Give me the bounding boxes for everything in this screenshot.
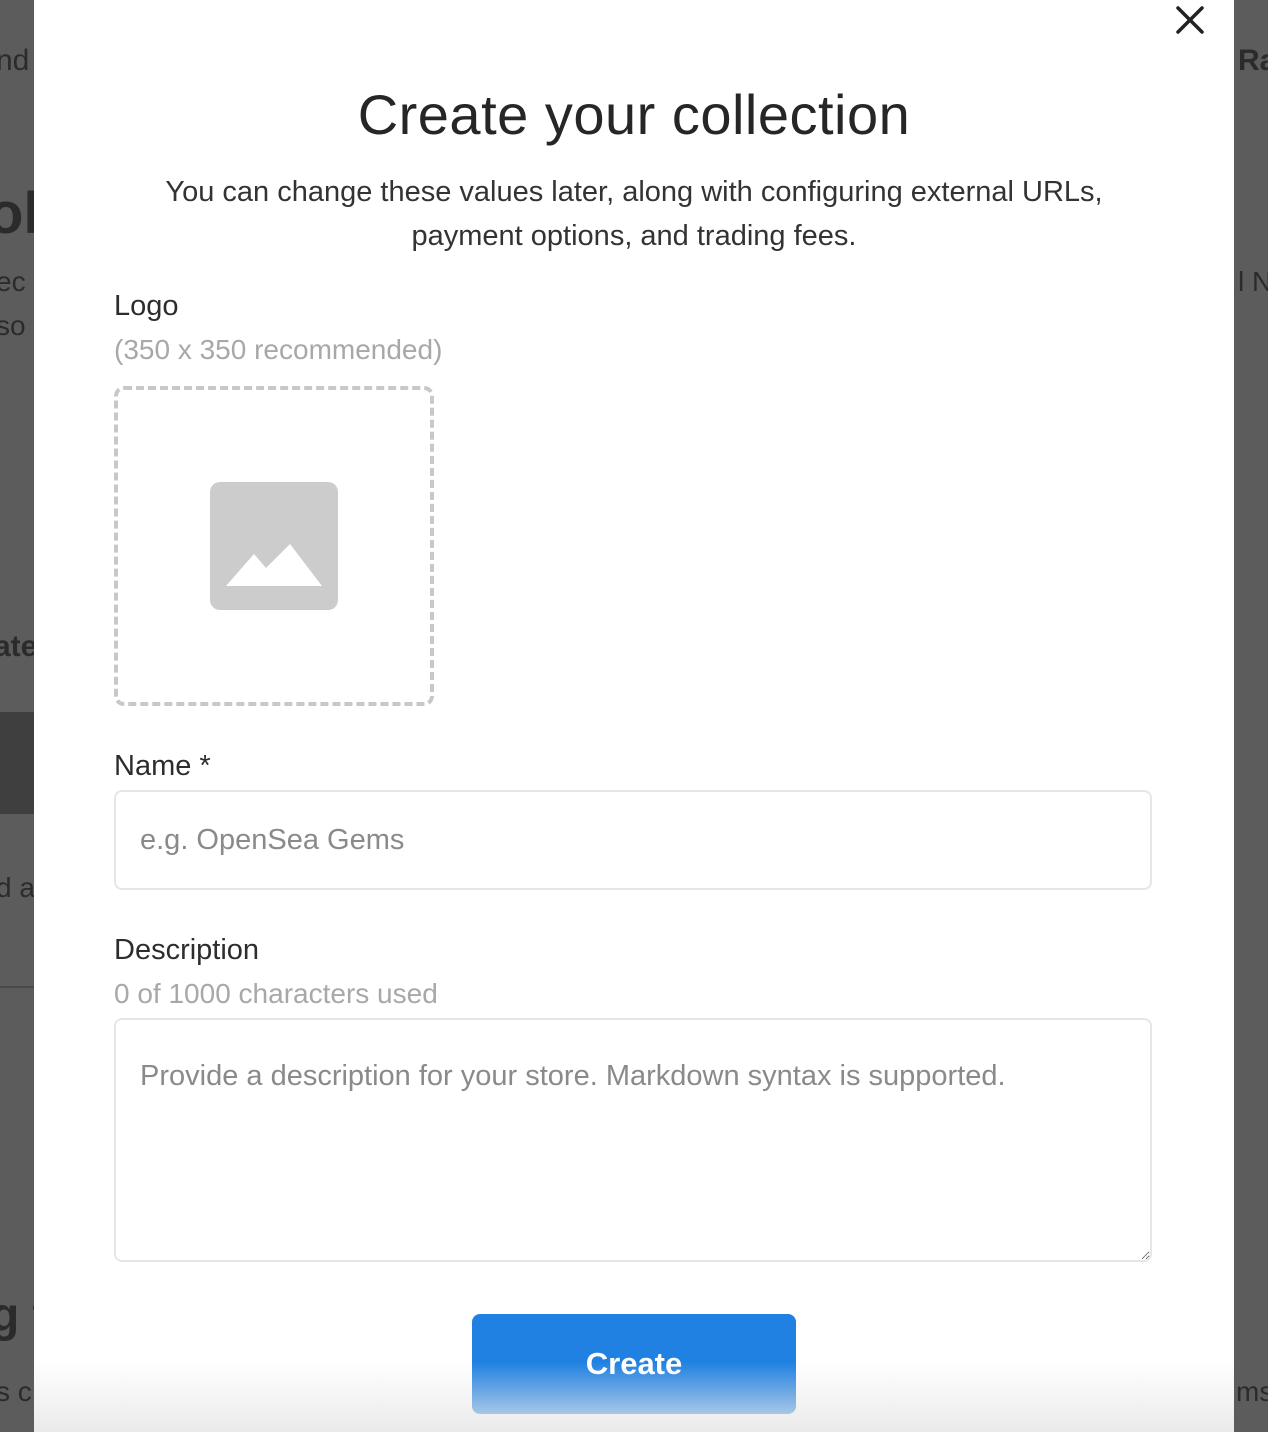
background-text: s c — [0, 1376, 32, 1407]
create-button[interactable]: Create — [472, 1314, 796, 1414]
logo-size-hint: (350 x 350 recommended) — [114, 334, 443, 365]
background-text: ec — [0, 266, 26, 297]
close-button[interactable] — [1172, 2, 1208, 38]
close-icon — [1176, 6, 1204, 34]
background-text: Ra — [1238, 44, 1268, 77]
background-text: ate — [0, 630, 38, 663]
logo-upload-dropzone[interactable] — [114, 386, 434, 706]
background-banner — [0, 712, 34, 814]
background-text: ms — [1236, 1376, 1268, 1407]
name-input[interactable] — [114, 790, 1152, 890]
background-text: d a — [0, 872, 35, 903]
name-label: Name * — [114, 750, 211, 782]
description-label: Description — [114, 934, 260, 966]
background-text: so — [0, 310, 26, 341]
background-text: nd — [0, 44, 30, 77]
background-divider — [0, 986, 34, 988]
image-placeholder-icon — [210, 482, 338, 610]
background-text: l N — [1238, 266, 1268, 297]
create-collection-modal: Create your collection You can change th… — [34, 0, 1234, 1432]
modal-title: Create your collection — [357, 83, 911, 146]
description-character-count: 0 of 1000 characters used — [114, 978, 438, 1009]
logo-label: Logo — [114, 290, 179, 322]
description-textarea[interactable] — [114, 1018, 1152, 1262]
modal-subtitle: You can change these values later, along… — [165, 176, 1103, 252]
